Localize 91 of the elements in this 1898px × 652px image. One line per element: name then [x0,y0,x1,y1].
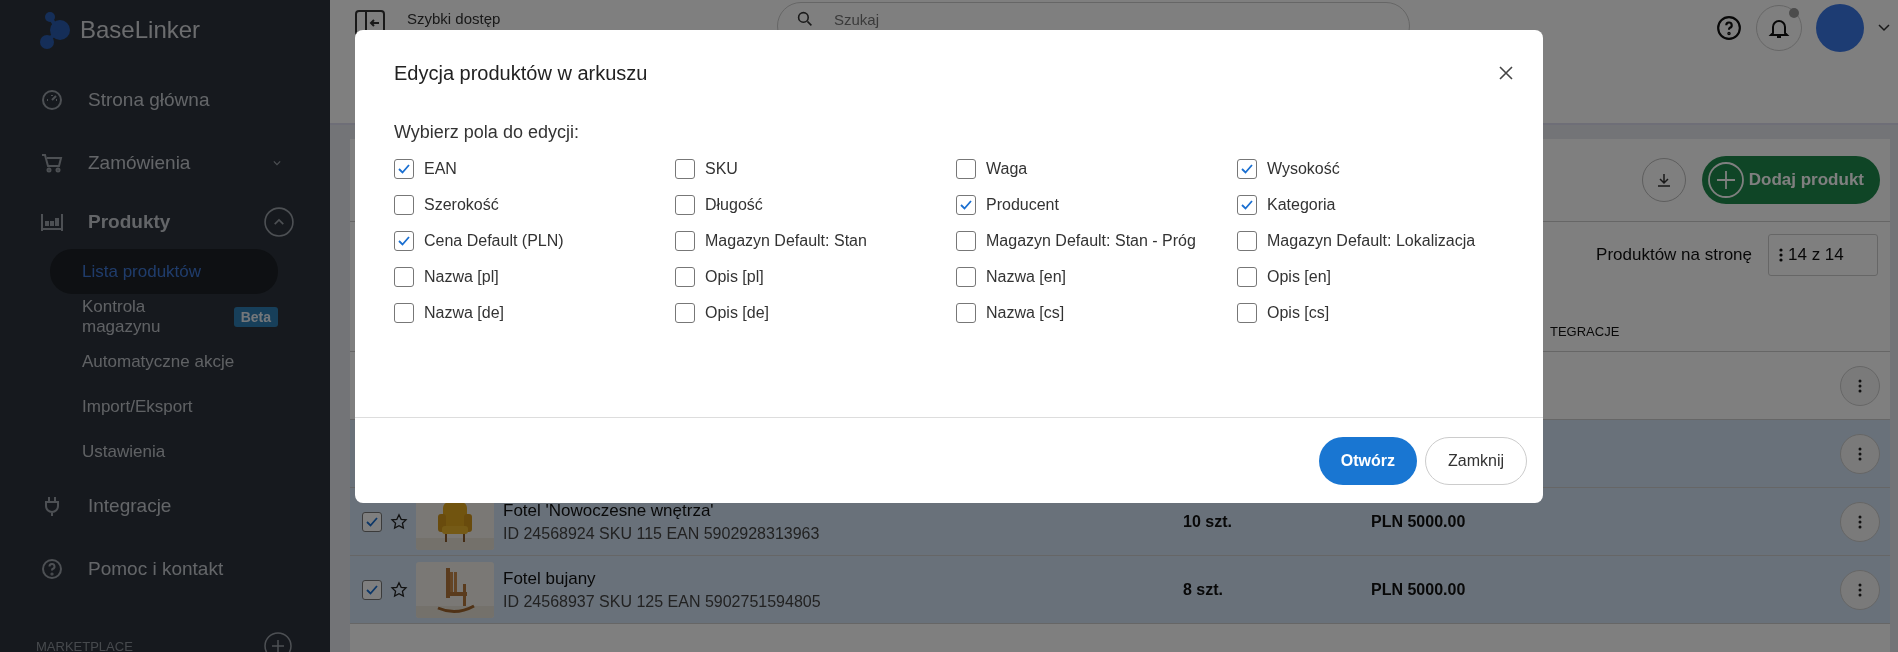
star-icon[interactable] [390,512,408,531]
search-icon [797,11,813,27]
checkbox[interactable] [394,231,414,251]
checkbox-label[interactable]: Długość [705,196,763,214]
caret-icon[interactable] [1878,24,1890,32]
checkbox[interactable] [1237,195,1257,215]
more-icon [1858,582,1862,597]
drag-handle-icon [1779,248,1783,262]
per-page-field[interactable]: 14 z 14 [1768,234,1878,276]
nav-subitem-label: Kontrola magazynu [82,296,162,337]
checkbox[interactable] [956,195,976,215]
check-icon [959,198,973,212]
checkbox[interactable] [1237,303,1257,323]
checkbox-label[interactable]: Producent [986,196,1059,214]
check-icon [1240,162,1254,176]
dialog-title: Edycja produktów w arkuszu [394,61,648,85]
per-page-label: Produktów na stronę [1596,245,1752,265]
avatar[interactable] [1816,4,1864,52]
column-header: TEGRACJE [1550,324,1620,339]
check-icon [397,162,411,176]
checkbox-label[interactable]: Opis [pl] [705,268,764,286]
checkbox-label[interactable]: Opis [en] [1267,268,1332,286]
product-details: ID 24568924 SKU 115 EAN 5902928313963 [503,524,821,543]
checkbox[interactable] [675,159,695,179]
check-icon [397,234,411,248]
price-cell: PLN 5000.00 [1371,580,1466,599]
checkbox-label[interactable]: Nazwa [de] [424,304,505,322]
checkbox-label[interactable]: Nazwa [cs] [986,304,1065,322]
open-button[interactable]: Otwórz [1318,436,1417,485]
checkbox-label[interactable]: Magazyn Default: Stan [705,232,867,250]
nav-subitem-label: Lista produktów [82,261,202,282]
logo-text: BaseLinker [80,16,201,44]
add-icon[interactable] [264,632,292,652]
close-icon[interactable] [1499,66,1513,80]
quantity-cell-text: 8 szt. [1183,580,1224,599]
checkbox[interactable] [956,159,976,179]
checkbox[interactable] [394,303,414,323]
checkbox[interactable] [675,303,695,323]
nav-subitem-label: Import/Eksport [82,396,193,417]
checkbox[interactable] [1237,159,1257,179]
checkbox-label[interactable]: Magazyn Default: Lokalizacja [1267,232,1476,250]
checkbox-label[interactable]: Opis [cs] [1267,304,1330,322]
checkbox-label[interactable]: Nazwa [en] [986,268,1067,286]
more-icon [1858,378,1862,393]
checkbox[interactable] [1237,231,1257,251]
checkbox-label[interactable]: Magazyn Default: Stan - Próg [986,232,1196,250]
star-icon[interactable] [390,580,408,599]
checkbox[interactable] [394,267,414,287]
table-row[interactable]: Fotel bujany ID 24568937 SKU 125 EAN 5902751594805 8 szt. PLN 5000.00 [350,556,1890,624]
checkbox[interactable] [1237,267,1257,287]
collapse-icon[interactable] [264,206,294,237]
beta-badge: Beta [233,306,278,327]
product-name[interactable]: Fotel bujany [503,568,1183,589]
checkbox-label[interactable]: EAN [424,160,457,178]
plus-icon [1706,161,1745,199]
logo-icon [38,10,72,50]
product-name[interactable]: Fotel 'Nowoczesne wnętrza' [503,500,1183,521]
checkbox-label[interactable]: Cena Default (PLN) [424,232,564,250]
row-checkbox[interactable] [362,511,382,532]
quick-access-menu[interactable]: Szybki dostęp [407,10,777,28]
checkbox[interactable] [956,267,976,287]
checkbox[interactable] [675,231,695,251]
checkbox-label[interactable]: SKU [705,160,738,178]
nav-subitem-label: Ustawienia [82,441,166,462]
checkbox[interactable] [956,231,976,251]
checkbox[interactable] [394,195,414,215]
checkbox-label[interactable]: Nazwa [pl] [424,268,499,286]
gauge-icon [40,87,64,112]
close-button[interactable]: Zamknij [1425,436,1527,485]
more-icon [1858,446,1862,461]
section-label: Wybierz pola do edycji: [394,122,580,143]
more-icon [1858,514,1862,529]
checkbox-label[interactable]: Opis [de] [705,304,770,322]
checkbox-label[interactable]: Wysokość [1267,160,1340,178]
help-icon [40,556,64,581]
quantity-cell-text: 10 szt. [1183,512,1233,531]
checkbox[interactable] [956,303,976,323]
check-icon [1240,198,1254,212]
checkbox-label[interactable]: Waga [986,160,1028,178]
download-icon [1655,172,1672,188]
row-checkbox[interactable] [362,579,382,600]
checkbox-label[interactable]: Kategoria [1267,196,1336,214]
checkbox[interactable] [394,159,414,179]
product-details: ID 24568937 SKU 125 EAN 5902751594805 [503,592,822,611]
download-button[interactable] [1641,158,1686,202]
nav-subitem-label: Automatyczne akcje [82,351,235,372]
checkbox[interactable] [675,195,695,215]
checkbox-label[interactable]: Szerokość [424,196,499,214]
help-icon[interactable] [1716,15,1742,41]
price-cell: PLN 5000.00 [1371,512,1466,531]
checkbox[interactable] [675,267,695,287]
